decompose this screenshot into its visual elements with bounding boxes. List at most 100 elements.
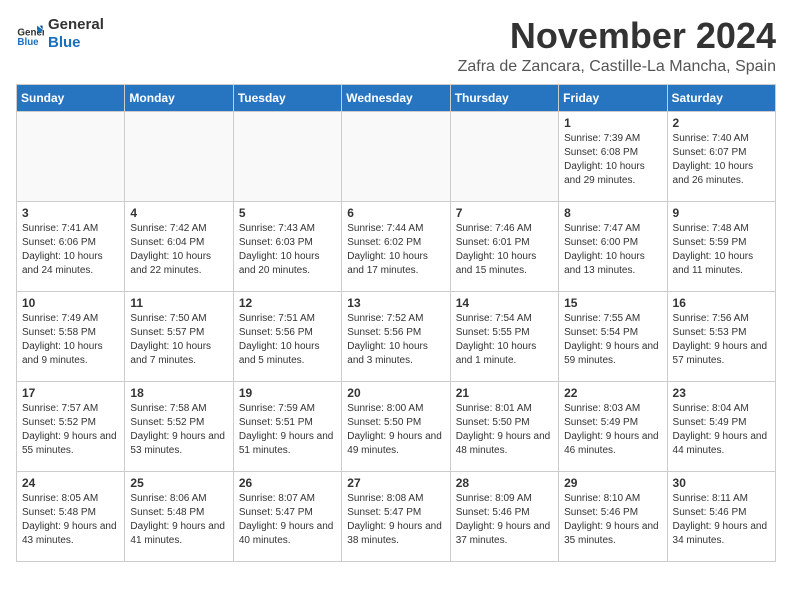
day-cell (125, 111, 233, 201)
day-cell: 15Sunrise: 7:55 AM Sunset: 5:54 PM Dayli… (559, 291, 667, 381)
day-cell: 26 Sunrise: 8:07 AM Sunset: 5:47 PM Dayli… (233, 471, 341, 561)
logo-blue: Blue (48, 34, 104, 52)
day-number: 16 (673, 296, 770, 310)
day-info: Sunrise: 7:50 AM Sunset: 5:57 PM Dayligh… (130, 312, 227, 368)
day-info: Sunrise: 7:59 AM Sunset: 5:51 PM Dayligh… (239, 402, 336, 458)
day-number: 6 (347, 206, 444, 220)
day-number: 26 (239, 476, 336, 490)
day-number: 30 (673, 476, 770, 490)
day-cell: 21 Sunrise: 8:01 AM Sunset: 5:50 PM Dayli… (450, 381, 558, 471)
day-number: 4 (130, 206, 227, 220)
day-cell: 13 Sunrise: 7:52 AM Sunset: 5:56 PM Dayli… (342, 291, 450, 381)
day-info: Sunrise: 7:52 AM Sunset: 5:56 PM Dayligh… (347, 312, 444, 368)
day-cell: 1 Sunrise: 7:39 AM Sunset: 6:08 PM Daylig… (559, 111, 667, 201)
day-number: 9 (673, 206, 770, 220)
day-cell (17, 111, 125, 201)
day-cell: 12 Sunrise: 7:51 AM Sunset: 5:56 PM Dayli… (233, 291, 341, 381)
day-cell: 10 Sunrise: 7:49 AM Sunset: 5:58 PM Dayli… (17, 291, 125, 381)
day-cell: 20 Sunrise: 8:00 AM Sunset: 5:50 PM Dayli… (342, 381, 450, 471)
day-number: 1 (564, 116, 661, 130)
day-number: 22 (564, 386, 661, 400)
day-number: 23 (673, 386, 770, 400)
day-info: Sunrise: 8:00 AM Sunset: 5:50 PM Dayligh… (347, 402, 444, 458)
header-thursday: Thursday (450, 84, 558, 111)
day-info: Sunrise: 7:40 AM Sunset: 6:07 PM Dayligh… (673, 132, 770, 188)
day-number: 14 (456, 296, 553, 310)
day-number: 12 (239, 296, 336, 310)
header-saturday: Saturday (667, 84, 775, 111)
day-number: 29 (564, 476, 661, 490)
day-info: Sunrise: 7:51 AM Sunset: 5:56 PM Dayligh… (239, 312, 336, 368)
day-cell: 11 Sunrise: 7:50 AM Sunset: 5:57 PM Dayli… (125, 291, 233, 381)
day-info: Sunrise: 7:39 AM Sunset: 6:08 PM Dayligh… (564, 132, 661, 188)
day-info: Sunrise: 8:01 AM Sunset: 5:50 PM Dayligh… (456, 402, 553, 458)
day-info: Sunrise: 7:49 AM Sunset: 5:58 PM Dayligh… (22, 312, 119, 368)
day-info: Sunrise: 7:57 AM Sunset: 5:52 PM Dayligh… (22, 402, 119, 458)
day-info: Sunrise: 7:44 AM Sunset: 6:02 PM Dayligh… (347, 222, 444, 278)
day-info: Sunrise: 7:56 AM Sunset: 5:53 PM Dayligh… (673, 312, 770, 368)
header-sunday: Sunday (17, 84, 125, 111)
day-number: 20 (347, 386, 444, 400)
day-number: 24 (22, 476, 119, 490)
day-cell: 24 Sunrise: 8:05 AM Sunset: 5:48 PM Dayli… (17, 471, 125, 561)
calendar-header-row: SundayMondayTuesdayWednesdayThursdayFrid… (17, 84, 776, 111)
day-info: Sunrise: 7:48 AM Sunset: 5:59 PM Dayligh… (673, 222, 770, 278)
day-number: 8 (564, 206, 661, 220)
day-info: Sunrise: 8:04 AM Sunset: 5:49 PM Dayligh… (673, 402, 770, 458)
day-number: 3 (22, 206, 119, 220)
header-wednesday: Wednesday (342, 84, 450, 111)
week-row-3: 10 Sunrise: 7:49 AM Sunset: 5:58 PM Dayli… (17, 291, 776, 381)
week-row-2: 3 Sunrise: 7:41 AM Sunset: 6:06 PM Daylig… (17, 201, 776, 291)
day-cell: 25 Sunrise: 8:06 AM Sunset: 5:48 PM Dayli… (125, 471, 233, 561)
day-info: Sunrise: 8:05 AM Sunset: 5:48 PM Dayligh… (22, 492, 119, 548)
day-number: 25 (130, 476, 227, 490)
day-cell: 27 Sunrise: 8:08 AM Sunset: 5:47 PM Dayli… (342, 471, 450, 561)
day-cell: 29Sunrise: 8:10 AM Sunset: 5:46 PM Dayli… (559, 471, 667, 561)
day-info: Sunrise: 8:09 AM Sunset: 5:46 PM Dayligh… (456, 492, 553, 548)
logo-general: General (48, 16, 104, 34)
location-title: Zafra de Zancara, Castille-La Mancha, Sp… (458, 58, 776, 76)
day-cell: 9 Sunrise: 7:48 AM Sunset: 5:59 PM Daylig… (667, 201, 775, 291)
day-info: Sunrise: 8:03 AM Sunset: 5:49 PM Dayligh… (564, 402, 661, 458)
day-number: 17 (22, 386, 119, 400)
day-cell (450, 111, 558, 201)
day-info: Sunrise: 7:43 AM Sunset: 6:03 PM Dayligh… (239, 222, 336, 278)
day-number: 15 (564, 296, 661, 310)
title-area: November 2024 Zafra de Zancara, Castille… (458, 16, 776, 76)
day-number: 10 (22, 296, 119, 310)
day-number: 27 (347, 476, 444, 490)
day-number: 19 (239, 386, 336, 400)
day-cell: 19 Sunrise: 7:59 AM Sunset: 5:51 PM Dayli… (233, 381, 341, 471)
day-number: 5 (239, 206, 336, 220)
day-info: Sunrise: 8:08 AM Sunset: 5:47 PM Dayligh… (347, 492, 444, 548)
day-info: Sunrise: 8:07 AM Sunset: 5:47 PM Dayligh… (239, 492, 336, 548)
day-number: 11 (130, 296, 227, 310)
logo: General Blue General Blue (16, 16, 104, 52)
day-cell: 2 Sunrise: 7:40 AM Sunset: 6:07 PM Daylig… (667, 111, 775, 201)
day-number: 7 (456, 206, 553, 220)
day-cell: 14 Sunrise: 7:54 AM Sunset: 5:55 PM Dayli… (450, 291, 558, 381)
header-tuesday: Tuesday (233, 84, 341, 111)
day-cell: 30Sunrise: 8:11 AM Sunset: 5:46 PM Dayli… (667, 471, 775, 561)
day-info: Sunrise: 7:58 AM Sunset: 5:52 PM Dayligh… (130, 402, 227, 458)
day-cell: 6 Sunrise: 7:44 AM Sunset: 6:02 PM Daylig… (342, 201, 450, 291)
day-cell: 7Sunrise: 7:46 AM Sunset: 6:01 PM Daylig… (450, 201, 558, 291)
day-number: 28 (456, 476, 553, 490)
header-friday: Friday (559, 84, 667, 111)
day-number: 13 (347, 296, 444, 310)
svg-text:Blue: Blue (17, 37, 39, 48)
day-info: Sunrise: 7:54 AM Sunset: 5:55 PM Dayligh… (456, 312, 553, 368)
day-cell: 18Sunrise: 7:58 AM Sunset: 5:52 PM Dayli… (125, 381, 233, 471)
day-info: Sunrise: 7:47 AM Sunset: 6:00 PM Dayligh… (564, 222, 661, 278)
day-info: Sunrise: 8:06 AM Sunset: 5:48 PM Dayligh… (130, 492, 227, 548)
day-info: Sunrise: 7:41 AM Sunset: 6:06 PM Dayligh… (22, 222, 119, 278)
week-row-5: 24 Sunrise: 8:05 AM Sunset: 5:48 PM Dayli… (17, 471, 776, 561)
month-title: November 2024 (458, 16, 776, 56)
day-number: 21 (456, 386, 553, 400)
day-number: 2 (673, 116, 770, 130)
day-cell: 5 Sunrise: 7:43 AM Sunset: 6:03 PM Daylig… (233, 201, 341, 291)
day-cell (342, 111, 450, 201)
day-cell: 28 Sunrise: 8:09 AM Sunset: 5:46 PM Dayli… (450, 471, 558, 561)
day-cell: 3 Sunrise: 7:41 AM Sunset: 6:06 PM Daylig… (17, 201, 125, 291)
day-cell: 23 Sunrise: 8:04 AM Sunset: 5:49 PM Dayli… (667, 381, 775, 471)
